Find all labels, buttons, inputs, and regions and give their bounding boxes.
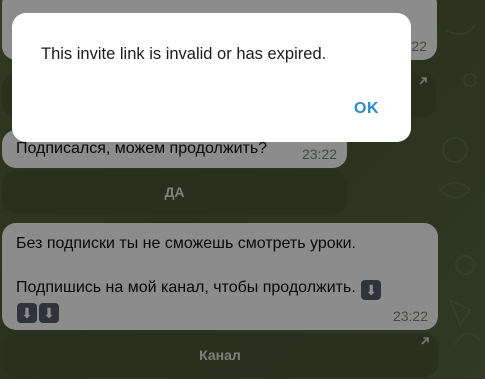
ok-button[interactable]: OK [354,100,379,118]
dialog-message: This invite link is invalid or has expir… [41,45,327,63]
error-dialog: This invite link is invalid or has expir… [12,13,411,142]
